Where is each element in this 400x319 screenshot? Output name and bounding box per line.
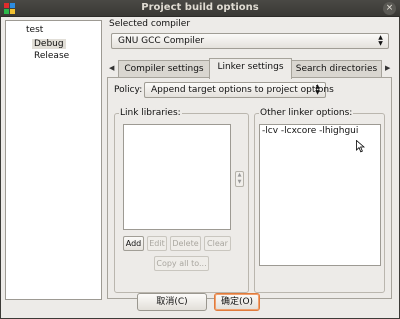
tab-search-directories[interactable]: Search directories <box>291 60 382 78</box>
target-tree[interactable]: test Debug Release <box>5 20 102 300</box>
close-icon[interactable]: × <box>383 2 396 15</box>
clear-button[interactable]: Clear <box>204 236 231 251</box>
selected-compiler-label: Selected compiler <box>109 19 191 29</box>
copy-all-button[interactable]: Copy all to... <box>154 256 209 271</box>
add-button[interactable]: Add <box>123 236 144 251</box>
tree-item-debug[interactable]: Debug <box>32 39 66 49</box>
policy-select[interactable]: Append target options to project options… <box>144 82 334 98</box>
spin-icon[interactable]: ▲ ▼ <box>235 171 244 187</box>
compiler-select-value: GNU GCC Compiler <box>118 36 205 46</box>
cancel-button[interactable]: 取消(C) <box>137 293 207 311</box>
policy-select-value: Append target options to project options <box>151 85 334 95</box>
edit-button[interactable]: Edit <box>147 236 167 251</box>
dialog-body: test Debug Release Selected compiler GNU… <box>1 17 399 318</box>
mouse-cursor-icon <box>356 140 365 153</box>
tab-bar: ◀ Compiler settings Linker settings Sear… <box>107 58 392 79</box>
link-libraries-group: Link libraries: ▲ ▼ Add Edit Delete Clear… <box>114 108 249 293</box>
tab-scroll-left-icon[interactable]: ◀ <box>109 64 114 72</box>
title-bar: Project build options × <box>0 0 400 17</box>
combo-arrow-icon: ▲ ▼ <box>315 83 320 96</box>
linker-settings-panel: Policy: Append target options to project… <box>107 77 392 299</box>
ok-button[interactable]: 确定(O) <box>214 293 260 311</box>
tab-compiler-settings[interactable]: Compiler settings <box>118 60 210 78</box>
link-libraries-list[interactable] <box>123 124 231 230</box>
tab-scroll-right-icon[interactable]: ▶ <box>385 64 390 72</box>
other-linker-options-title: Other linker options: <box>259 108 354 118</box>
policy-label: Policy: <box>114 85 143 95</box>
link-libraries-title: Link libraries: <box>119 108 182 118</box>
tree-item-release[interactable]: Release <box>34 51 69 61</box>
combo-arrow-icon: ▲ ▼ <box>378 34 383 47</box>
tab-linker-settings[interactable]: Linker settings <box>209 58 292 79</box>
other-linker-options-group: Other linker options: -lcv -lcxcore -lhi… <box>254 108 385 293</box>
tree-item-root[interactable]: test <box>26 25 43 35</box>
compiler-select[interactable]: GNU GCC Compiler ▲ ▼ <box>111 33 389 49</box>
delete-button[interactable]: Delete <box>170 236 201 251</box>
window-title: Project build options <box>141 2 259 13</box>
